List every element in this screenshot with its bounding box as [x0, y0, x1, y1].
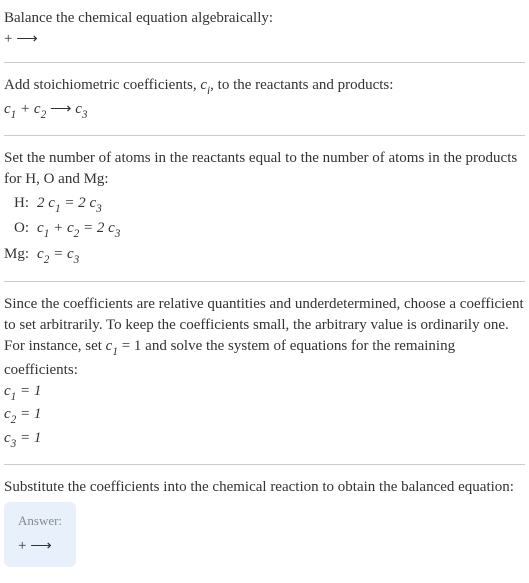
eq: = 2 [61, 195, 90, 211]
sub: 2 [44, 254, 50, 266]
solution-c3: c3 = 1 [4, 428, 525, 452]
sub: 3 [11, 438, 17, 450]
step4-text: Substitute the coefficients into the che… [4, 477, 525, 498]
c: c [4, 430, 11, 446]
atom-equation: c1 + c2 = 2 c3 [37, 217, 126, 243]
step1-text-part2: , to the reactants and products: [210, 77, 393, 93]
atom-label: H: [4, 192, 37, 218]
eq: = 2 [79, 220, 108, 236]
intro-block: Balance the chemical equation algebraica… [4, 8, 525, 50]
sub: 2 [74, 228, 80, 240]
c2: c [34, 101, 41, 117]
divider [4, 135, 525, 136]
c1: c [4, 101, 11, 117]
sub: 1 [11, 391, 17, 403]
val: = 1 [16, 430, 41, 446]
step1-equation: c1 + c2 ⟶ c3 [4, 99, 525, 123]
answer-label: Answer: [18, 512, 62, 530]
answer-equation: + ⟶ [18, 536, 62, 557]
plus: + [49, 220, 67, 236]
val: = 1 [16, 406, 41, 422]
divider [4, 281, 525, 282]
step2-text: Set the number of atoms in the reactants… [4, 148, 525, 190]
step1-block: Add stoichiometric coefficients, ci, to … [4, 75, 525, 123]
c: c [37, 246, 44, 262]
plus: + [16, 101, 34, 117]
c: c [4, 383, 11, 399]
divider [4, 464, 525, 465]
c: c [48, 195, 55, 211]
c1-sub: 1 [11, 109, 17, 121]
c: c [67, 246, 74, 262]
answer-plus: + [18, 538, 30, 554]
solution-c1: c1 = 1 [4, 381, 525, 405]
step1-text: Add stoichiometric coefficients, ci, to … [4, 75, 525, 99]
ci-c: c [200, 77, 207, 93]
c3-sub: 3 [82, 109, 88, 121]
atom-table: H: 2 c1 = 2 c3 O: c1 + c2 = 2 c3 Mg: c2 … [4, 192, 126, 269]
atom-label: O: [4, 217, 37, 243]
c: c [108, 220, 115, 236]
table-row: Mg: c2 = c3 [4, 243, 126, 269]
step3-block: Since the coefficients are relative quan… [4, 294, 525, 452]
divider [4, 62, 525, 63]
c2-sub: 2 [41, 109, 47, 121]
atom-label: Mg: [4, 243, 37, 269]
sub: 1 [44, 228, 50, 240]
step4-block: Substitute the coefficients into the che… [4, 477, 525, 567]
ci-symbol: ci [200, 77, 210, 93]
sub: 3 [115, 228, 121, 240]
step1-text-part1: Add stoichiometric coefficients, [4, 77, 200, 93]
arrow-icon: ⟶ [16, 31, 38, 47]
sub: 2 [11, 414, 17, 426]
step2-block: Set the number of atoms in the reactants… [4, 148, 525, 269]
eq: = [49, 246, 67, 262]
atom-equation: c2 = c3 [37, 243, 126, 269]
sub: 3 [74, 254, 80, 266]
intro-equation: + ⟶ [4, 29, 525, 50]
step3-text: Since the coefficients are relative quan… [4, 294, 525, 381]
sub: 1 [55, 203, 61, 215]
c: c [37, 220, 44, 236]
sub: 3 [96, 203, 102, 215]
intro-line1: Balance the chemical equation algebraica… [4, 8, 525, 29]
intro-plus: + [4, 31, 16, 47]
c: c [4, 406, 11, 422]
arrow-icon: ⟶ [30, 538, 52, 554]
sub: 1 [112, 346, 118, 358]
atom-equation: 2 c1 = 2 c3 [37, 192, 126, 218]
c1-inline: c1 [106, 338, 118, 354]
c: c [67, 220, 74, 236]
arrow-icon: ⟶ [46, 101, 75, 117]
coef: 2 [37, 195, 48, 211]
ci-sub: i [207, 85, 210, 97]
answer-box: Answer: + ⟶ [4, 502, 76, 567]
solution-c2: c2 = 1 [4, 404, 525, 428]
c3: c [75, 101, 82, 117]
table-row: O: c1 + c2 = 2 c3 [4, 217, 126, 243]
val: = 1 [16, 383, 41, 399]
table-row: H: 2 c1 = 2 c3 [4, 192, 126, 218]
